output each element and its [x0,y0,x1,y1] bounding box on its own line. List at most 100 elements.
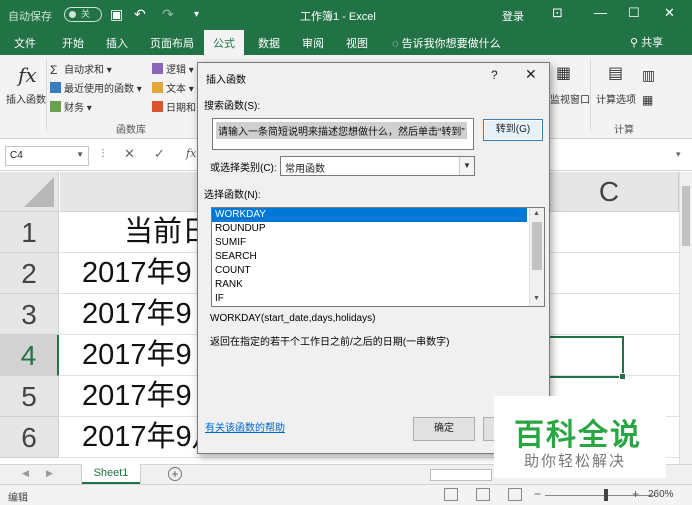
watch-window-icon: ▦ [556,65,572,82]
ok-button[interactable]: 确定 [413,417,475,441]
zoom-slider-knob[interactable] [604,489,608,501]
search-function-input[interactable]: 请输入一条简短说明来描述您想做什么，然后单击“转到” [212,118,474,150]
help-icon[interactable]: ? [491,68,498,82]
row-header-2[interactable]: 2 [0,253,59,294]
close-icon[interactable]: ✕ [525,66,537,83]
zoom-in-icon[interactable]: + [632,487,639,501]
financial-button[interactable]: 财务 ▾ [50,99,92,114]
function-item-if[interactable]: IF [212,292,544,306]
tab-home[interactable]: 开始 [62,35,84,51]
sheet-tab-sheet1[interactable]: Sheet1 [82,464,140,484]
row-header-5[interactable]: 5 [0,376,59,417]
tab-formulas[interactable]: 公式 [204,30,244,55]
sigma-icon: Σ [50,63,58,77]
function-item-rank[interactable]: RANK [212,278,544,292]
autosum-button[interactable]: Σ 自动求和 ▾ [50,61,112,77]
row-header-1[interactable]: 1 [0,212,59,253]
row-header-4[interactable]: 4 [0,335,59,376]
close-window-icon[interactable]: ✕ [664,5,675,21]
tab-view[interactable]: 视图 [346,35,368,51]
confirm-entry-icon[interactable]: ✓ [154,146,165,162]
insert-function-icon[interactable]: fx [18,63,37,87]
customize-qat-icon[interactable]: ▾ [194,9,199,20]
star-icon [50,82,61,93]
watch-window-button[interactable]: 监视窗口 [550,91,590,106]
logical-icon [152,63,163,74]
undo-icon[interactable]: ↶ [134,6,146,23]
login-link[interactable]: 登录 [502,8,524,24]
datetime-button[interactable]: 日期和 [152,99,196,114]
chevron-down-icon: ▼ [76,150,84,159]
function-list[interactable]: WORKDAY ROUNDUP SUMIF SEARCH COUNT RANK … [211,207,545,307]
tell-me-search[interactable]: ◌ 告诉我你想要做什么 [392,35,501,51]
status-bar: 编辑 − + 260% [0,484,692,505]
expand-formula-bar-icon[interactable]: ▾ [676,149,681,160]
row-header-6[interactable]: 6 [0,417,59,458]
cancel-entry-icon[interactable]: ✕ [124,146,135,162]
scroll-thumb[interactable] [682,186,690,246]
ribbon-display-icon[interactable]: ⊡ [552,5,563,21]
tab-review[interactable]: 审阅 [302,35,324,51]
go-button[interactable]: 转到(G) [483,119,543,141]
next-sheet-icon[interactable]: ▶ [46,468,53,479]
redo-icon[interactable]: ↷ [162,6,174,23]
vertical-scrollbar[interactable] [679,172,692,464]
select-function-label: 选择函数(N): [204,190,261,201]
calculator-icon: ▤ [608,65,624,82]
function-item-sumif[interactable]: SUMIF [212,236,544,250]
insert-function-button[interactable]: 插入函数 [6,91,46,106]
tab-page-layout[interactable]: 页面布局 [150,35,194,51]
insert-function-fx-icon[interactable]: fx [186,147,196,160]
share-button[interactable]: ⚲ 共享 [630,34,663,50]
zoom-level[interactable]: 260% [648,489,674,500]
category-select[interactable]: 常用函数 ▼ [280,156,475,176]
add-sheet-icon[interactable]: + [168,467,182,481]
tab-data[interactable]: 数据 [258,35,280,51]
calc-now-icon[interactable]: ▥ [642,67,655,84]
save-icon[interactable]: ▣ [110,6,123,23]
normal-view-icon[interactable] [444,488,458,501]
text-icon [152,82,163,93]
page-layout-view-icon[interactable] [476,488,490,501]
function-item-count[interactable]: COUNT [212,264,544,278]
autosave-label: 自动保存 [8,11,52,23]
financial-label: 财务 [64,103,84,114]
status-mode: 编辑 [8,493,28,504]
horizontal-scrollbar[interactable] [430,469,492,481]
scroll-up-icon[interactable]: ▲ [533,210,540,217]
autosave-toggle[interactable]: 关 [64,7,102,22]
name-box[interactable]: C4 ▼ [5,146,89,166]
function-syntax: WORKDAY(start_date,days,holidays) [210,313,376,324]
recent-functions-button[interactable]: 最近使用的函数 ▾ [50,80,142,95]
function-item-search[interactable]: SEARCH [212,250,544,264]
function-item-roundup[interactable]: ROUNDUP [212,222,544,236]
minimize-icon[interactable]: — [594,5,607,20]
logical-button[interactable]: 逻辑 ▾ [152,61,194,76]
row-header-3[interactable]: 3 [0,294,59,335]
formula-bar-handle-icon: ⋮ [98,148,108,159]
scroll-down-icon[interactable]: ▼ [533,295,540,302]
calc-options-button[interactable]: 计算选项 [596,91,636,106]
column-header-c[interactable]: C [540,172,679,212]
calc-sheet-icon[interactable]: ▦ [642,93,653,107]
maximize-icon[interactable]: ☐ [628,5,640,21]
datetime-label: 日期和 [166,103,196,114]
active-cell-c4[interactable] [548,336,626,380]
function-help-link[interactable]: 有关该函数的帮助 [205,419,285,434]
clock-icon [152,101,163,112]
function-list-scrollbar[interactable]: ▲ ▼ [529,208,544,306]
text-button[interactable]: 文本 ▾ [152,80,194,95]
select-all-corner[interactable] [0,172,59,212]
prev-sheet-icon[interactable]: ◀ [22,468,29,479]
tab-insert[interactable]: 插入 [106,35,128,51]
tell-me-label: 告诉我你想要做什么 [401,38,501,50]
tab-file[interactable]: 文件 [14,35,36,51]
scroll-thumb[interactable] [532,222,542,270]
page-break-view-icon[interactable] [508,488,522,501]
share-label: 共享 [641,37,664,49]
ribbon-tabs: 文件 开始 插入 页面布局 公式 数据 审阅 视图 ◌ 告诉我你想要做什么 ⚲ … [0,30,692,55]
watermark: 百科全说 助你轻松解决 [494,396,666,478]
financial-icon [50,101,61,112]
function-item-workday[interactable]: WORKDAY [212,208,527,222]
zoom-out-icon[interactable]: − [534,487,541,501]
